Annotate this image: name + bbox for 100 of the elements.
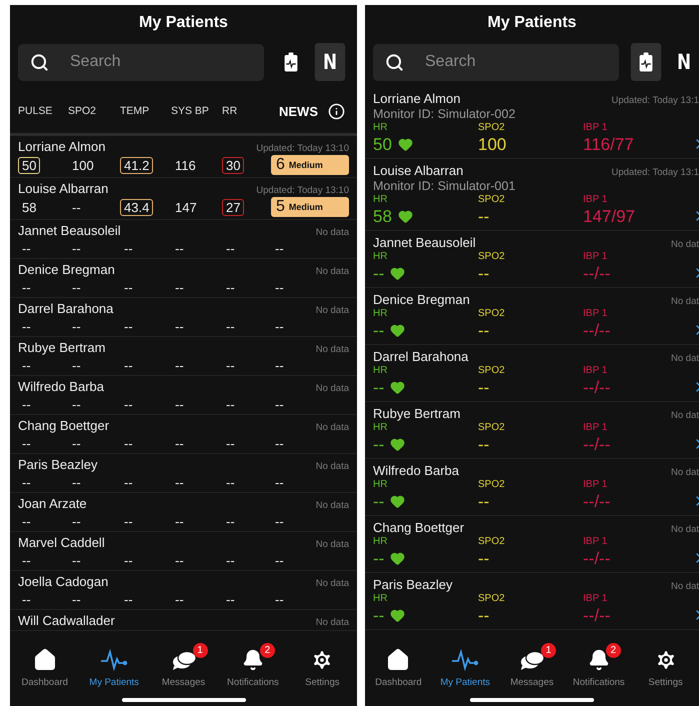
vital-value: -- bbox=[21, 552, 32, 568]
patient-row[interactable]: Rubye Bertram No dat HR -- SPO2 -- IBP 1 --/-- bbox=[365, 402, 699, 459]
patient-row[interactable]: Lorriane Almon Updated: Today 13:1 Monitor ID: Simulator-002 HR 50 SPO2 100 IBP 1 116/77 bbox=[365, 87, 699, 159]
reading-value: -- bbox=[478, 434, 490, 454]
patient-row[interactable]: Chang Boettger No dat HR -- SPO2 -- IBP 1 --/-- bbox=[365, 516, 699, 573]
vital-value: -- bbox=[174, 552, 185, 568]
patient-row[interactable]: Marvel Caddell No data -- -- -- -- -- -- bbox=[10, 532, 357, 571]
reading-label: SPO2 bbox=[478, 251, 506, 263]
patient-name: Joan Arzate bbox=[18, 495, 87, 512]
updated-text: No dat bbox=[671, 580, 699, 594]
info-icon[interactable] bbox=[328, 102, 345, 120]
patient-name: Rubye Bertram bbox=[18, 339, 106, 356]
tab[interactable]: 1 Messages bbox=[498, 644, 566, 696]
vital-value: -- bbox=[71, 434, 82, 452]
vital-value: -- bbox=[123, 590, 134, 608]
reading-value: -- bbox=[478, 378, 490, 398]
vital-value: -- bbox=[123, 318, 134, 334]
column-header: SPO2 bbox=[68, 105, 98, 117]
reading-label: IBP 1 bbox=[583, 422, 608, 434]
reading-value: --/-- bbox=[583, 378, 610, 398]
tab[interactable]: 2 Notifications bbox=[565, 644, 632, 696]
updated-text: No data bbox=[316, 499, 349, 513]
chat-bubbles-icon bbox=[170, 649, 197, 671]
updated-text: Updated: Today 13:10 bbox=[256, 142, 349, 156]
updated-text: No data bbox=[316, 343, 349, 357]
patient-row[interactable]: Jannet Beausoleil No data -- -- -- -- -- -- bbox=[10, 220, 357, 259]
heart-icon bbox=[398, 209, 413, 224]
reading-value: 50 bbox=[373, 134, 392, 154]
vital-value: -- bbox=[21, 590, 32, 608]
tab[interactable]: 2 Notifications bbox=[218, 644, 288, 696]
monitor-view-button[interactable] bbox=[630, 43, 662, 81]
heart-icon bbox=[398, 137, 413, 152]
vital-value: -- bbox=[21, 278, 32, 296]
patient-row[interactable]: Darrel Barahona No data -- -- -- -- -- -- bbox=[10, 298, 357, 337]
reading-value: -- bbox=[478, 606, 490, 626]
news-score-badge: 5 Medium bbox=[271, 197, 349, 217]
vital-value: -- bbox=[123, 240, 134, 256]
vital-value: 58 bbox=[21, 198, 38, 216]
reading-value: -- bbox=[373, 378, 384, 398]
reading-value: --/-- bbox=[583, 264, 610, 284]
tab[interactable]: My Patients bbox=[79, 644, 149, 696]
tab[interactable]: Dashboard bbox=[10, 644, 80, 696]
reading-value: -- bbox=[478, 492, 490, 512]
updated-text: No data bbox=[316, 421, 349, 435]
patient-row[interactable]: Wilfredo Barba No dat HR -- SPO2 -- IBP 1 --/-- bbox=[365, 459, 699, 516]
patient-row[interactable]: Jannet Beausoleil No dat HR -- SPO2 -- IBP 1 --/-- bbox=[365, 231, 699, 288]
patient-row[interactable]: Wilfredo Barba No data -- -- -- -- -- -- bbox=[10, 376, 357, 415]
reading-label: IBP 1 bbox=[583, 122, 608, 134]
reading-label: HR bbox=[373, 536, 388, 548]
vital-value: -- bbox=[71, 512, 82, 530]
vital-value: 147 bbox=[174, 198, 198, 216]
news-score: -- bbox=[274, 590, 285, 608]
tab[interactable]: My Patients bbox=[432, 644, 499, 696]
vital-value: 27 bbox=[222, 198, 244, 216]
patient-row[interactable]: Denice Bregman No data -- -- -- -- -- -- bbox=[10, 259, 357, 298]
column-header: SYS BP bbox=[171, 105, 210, 117]
reading-label: HR bbox=[373, 593, 388, 605]
search-field[interactable]: Search bbox=[373, 44, 619, 80]
search-field[interactable]: Search bbox=[18, 44, 264, 80]
vital-value: -- bbox=[174, 240, 185, 256]
home-icon bbox=[32, 648, 57, 672]
updated-text: No dat bbox=[671, 352, 699, 366]
tab[interactable]: 1 Messages bbox=[148, 644, 218, 696]
patient-row[interactable]: Louise Albarran Updated: Today 13:10 58 -- 43.4 147 27 5 Medium bbox=[10, 178, 357, 220]
tab[interactable]: Settings bbox=[288, 644, 357, 696]
patient-row[interactable]: Paris Beazley No data -- -- -- -- -- -- bbox=[10, 454, 357, 493]
patient-row[interactable]: Joan Arzate No data -- -- -- -- -- -- bbox=[10, 493, 357, 532]
patient-name: Wilfredo Barba bbox=[18, 378, 104, 395]
tab[interactable]: Settings bbox=[632, 644, 699, 696]
patient-row[interactable]: Paris Beazley No dat HR -- SPO2 -- IBP 1 --/-- bbox=[365, 573, 699, 630]
patient-name: Wilfredo Barba bbox=[373, 462, 459, 479]
vital-value: -- bbox=[174, 512, 185, 530]
vital-value: -- bbox=[225, 396, 236, 412]
vital-value: -- bbox=[225, 434, 236, 452]
news-view-button[interactable]: N bbox=[668, 43, 699, 81]
patient-row[interactable]: Rubye Bertram No data -- -- -- -- -- -- bbox=[10, 337, 357, 376]
screen-title: My Patients bbox=[488, 14, 576, 31]
patient-row[interactable]: Darrel Barahona No dat HR -- SPO2 -- IBP 1 --/-- bbox=[365, 345, 699, 402]
vital-value: -- bbox=[21, 512, 32, 530]
patient-row[interactable]: Chang Boettger No data -- -- -- -- -- -- bbox=[10, 415, 357, 454]
vital-value: -- bbox=[225, 590, 236, 608]
count-badge: 2 bbox=[260, 643, 275, 658]
reading-value: --/-- bbox=[583, 320, 610, 340]
vital-value: 116 bbox=[174, 156, 197, 174]
reading-value: -- bbox=[373, 606, 384, 626]
news-view-button[interactable]: N bbox=[314, 43, 346, 81]
reading-label: SPO2 bbox=[478, 122, 506, 134]
heart-icon bbox=[390, 323, 406, 338]
patient-row[interactable]: Joella Cadogan No data -- -- -- -- -- -- bbox=[10, 571, 357, 610]
reading-value: 58 bbox=[373, 206, 392, 226]
reading-label: HR bbox=[373, 422, 388, 434]
patient-row[interactable]: Lorriane Almon Updated: Today 13:10 50 100 41.2 116 30 6 Medium bbox=[10, 136, 357, 178]
news-score-badge: 6 Medium bbox=[271, 155, 349, 175]
reading-label: SPO2 bbox=[478, 422, 506, 434]
tab[interactable]: Dashboard bbox=[365, 644, 432, 696]
updated-text: Updated: Today 13:1 bbox=[611, 166, 699, 180]
patient-row[interactable]: Denice Bregman No dat HR -- SPO2 -- IBP 1 --/-- bbox=[365, 288, 699, 345]
heart-icon bbox=[390, 266, 406, 281]
patient-row[interactable]: Louise Albarran Updated: Today 13:1 Monitor ID: Simulator-001 HR 58 SPO2 -- IBP 1 147/97 bbox=[365, 159, 699, 231]
patient-row[interactable]: Will Cadwallader No data bbox=[10, 610, 357, 631]
